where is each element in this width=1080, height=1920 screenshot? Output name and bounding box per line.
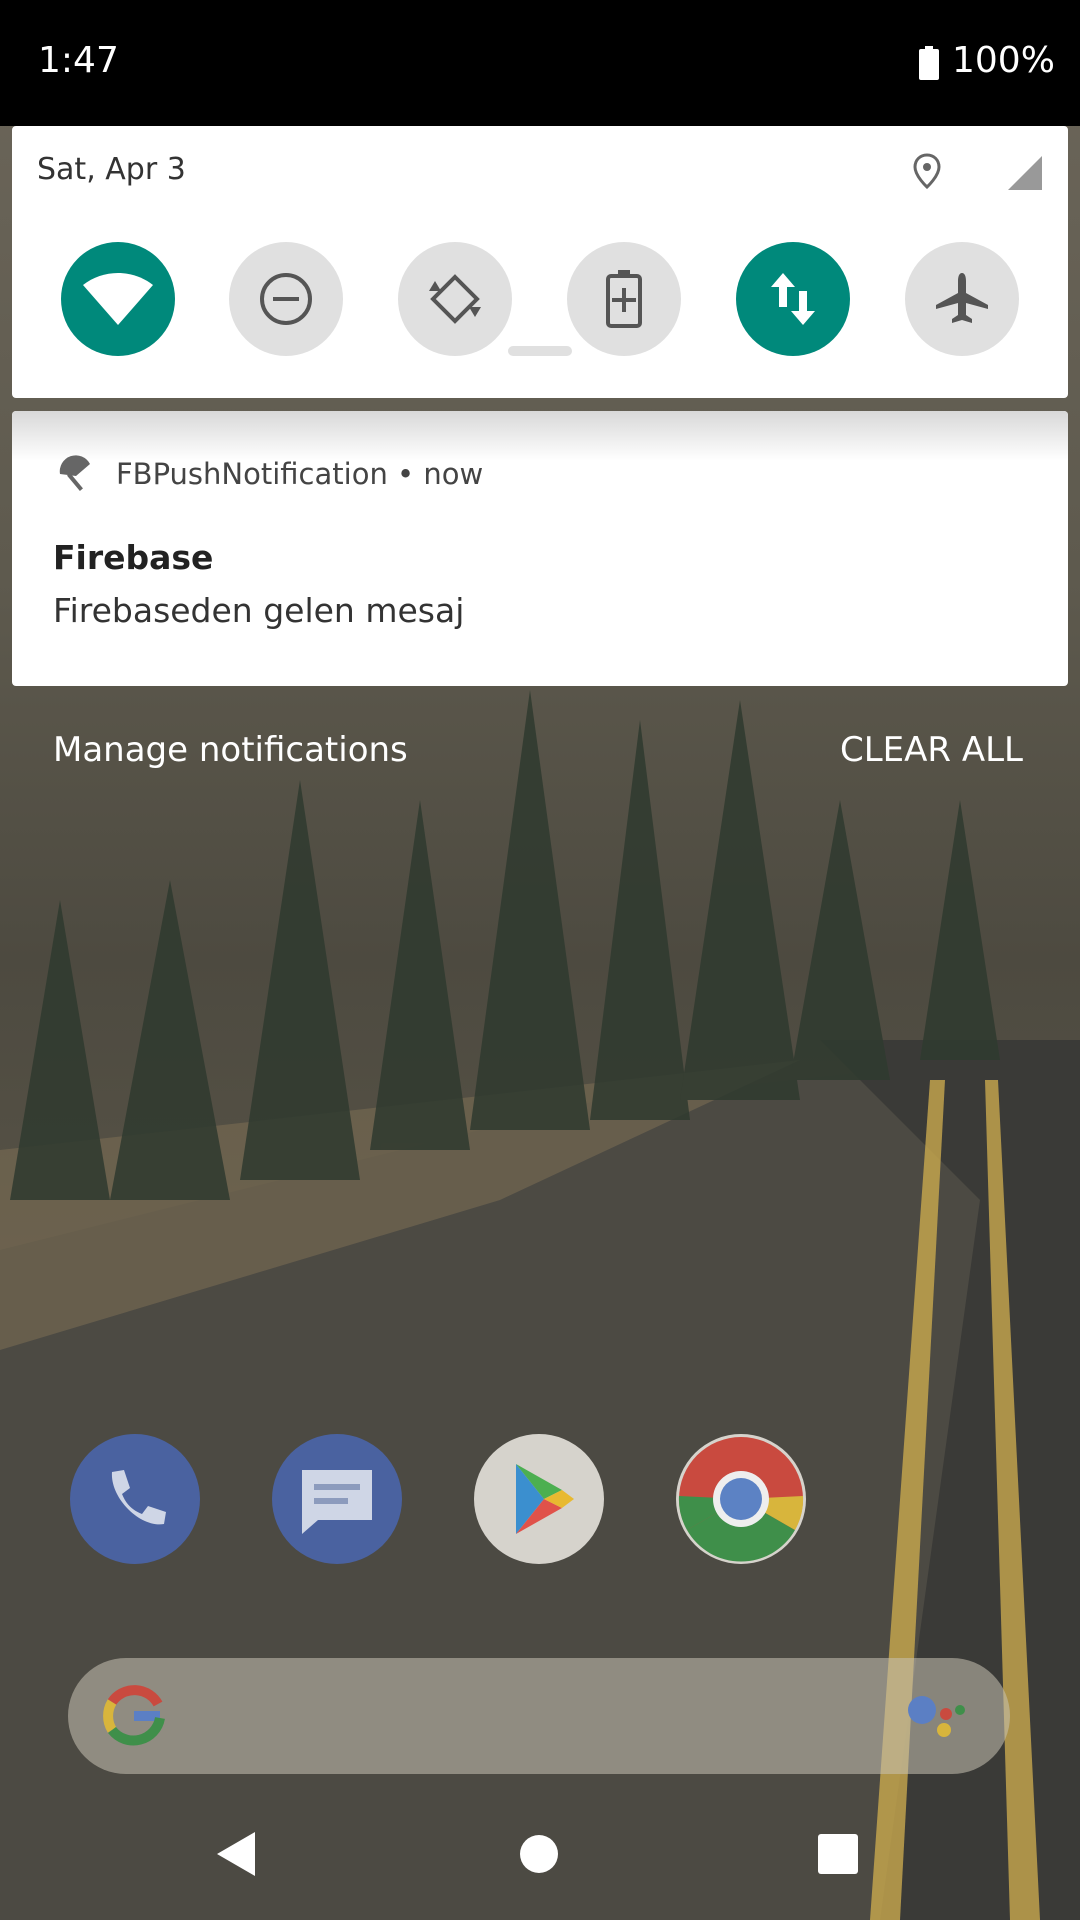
quick-settings-panel: Sat, Apr 3 — [12, 126, 1068, 398]
auto-rotate-icon — [429, 274, 481, 324]
date-label: Sat, Apr 3 — [37, 152, 186, 187]
battery-saver-tile[interactable] — [567, 242, 681, 356]
notification-shade-gradient — [12, 411, 1068, 461]
phone-icon[interactable] — [70, 1434, 200, 1564]
airplane-mode-tile[interactable] — [905, 242, 1019, 356]
dnd-tile[interactable] — [229, 242, 343, 356]
battery-level: 100% — [952, 40, 1055, 81]
assistant-icon[interactable] — [906, 1692, 966, 1742]
clock: 1:47 — [38, 40, 119, 81]
location-icon — [913, 153, 941, 189]
signal-icon — [1008, 156, 1042, 190]
mobile-data-tile[interactable] — [736, 242, 850, 356]
mobile-data-icon — [771, 273, 815, 325]
google-logo-icon — [103, 1685, 165, 1746]
chrome-icon[interactable] — [676, 1434, 806, 1564]
do-not-disturb-icon — [260, 273, 312, 325]
google-search-bar[interactable] — [68, 1658, 1010, 1774]
home-icon[interactable] — [517, 1830, 561, 1878]
notification-body: Firebaseden gelen mesaj — [53, 591, 465, 630]
airplane-icon — [936, 273, 988, 323]
navigation-bar — [0, 1800, 1080, 1920]
notification-header: FBPushNotification • now — [116, 457, 484, 491]
play-store-icon[interactable] — [474, 1434, 604, 1564]
status-bar: 1:47 100% — [0, 0, 1080, 126]
notification-card[interactable]: FBPushNotification • now Firebase Fireba… — [12, 411, 1068, 686]
manage-notifications-button[interactable]: Manage notifications — [53, 730, 408, 770]
expand-handle[interactable] — [508, 346, 572, 356]
app-notification-icon — [59, 455, 90, 491]
wifi-tile[interactable] — [61, 242, 175, 356]
recents-icon[interactable] — [816, 1830, 860, 1878]
clear-all-button[interactable]: CLEAR ALL — [840, 730, 1023, 770]
wifi-icon — [83, 273, 153, 325]
back-icon[interactable] — [215, 1830, 259, 1878]
messages-icon[interactable] — [272, 1434, 402, 1564]
notification-title: Firebase — [53, 538, 214, 577]
battery-saver-icon — [606, 270, 642, 328]
battery-icon — [919, 46, 939, 80]
auto-rotate-tile[interactable] — [398, 242, 512, 356]
